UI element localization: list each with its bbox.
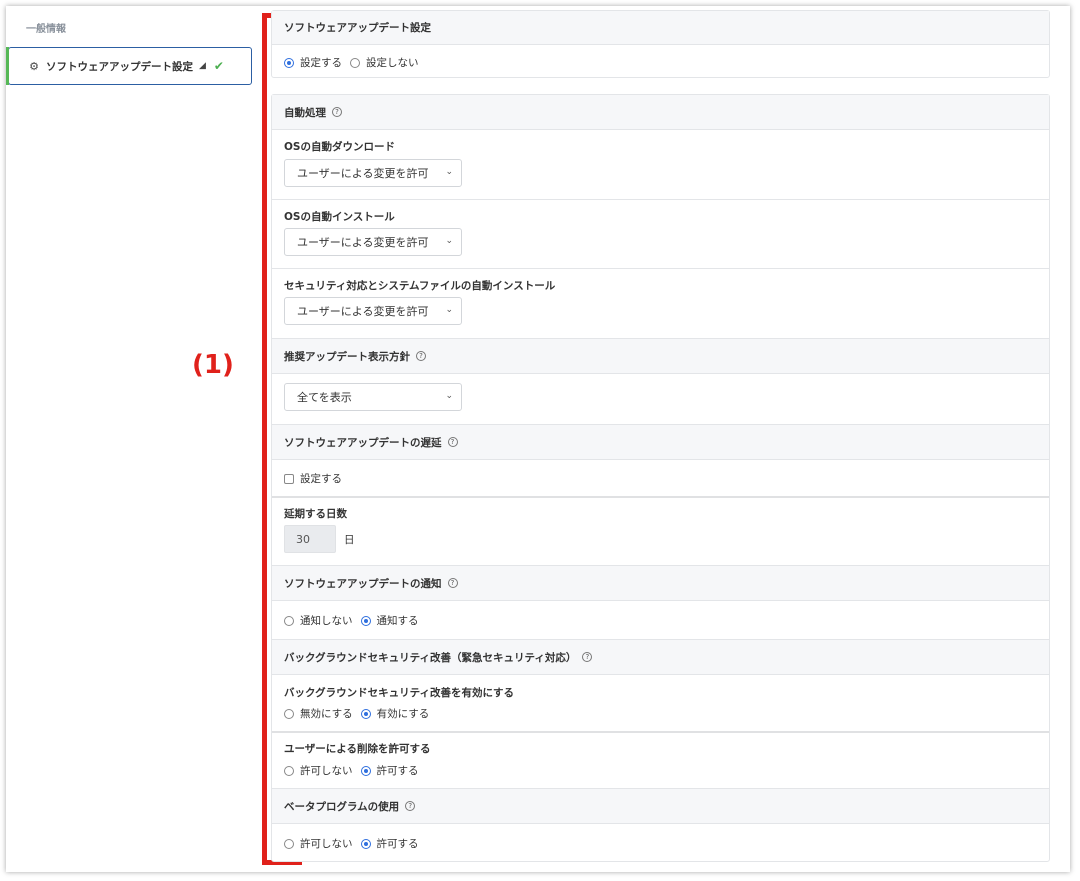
checkbox-label: 設定する	[300, 473, 342, 485]
allow-delete-label: ユーザーによる削除を許可する	[284, 743, 431, 755]
section-header-auto: 自動処理 ?	[272, 95, 1049, 130]
chevron-down-icon: ⌄	[445, 391, 453, 401]
divider	[272, 731, 1049, 733]
chevron-down-icon: ⌄	[445, 236, 453, 246]
radio-label: 無効にする	[300, 708, 353, 720]
section-title: 推奨アップデート表示方針	[284, 350, 410, 363]
os-download-select[interactable]: ユーザーによる変更を許可 ⌄	[284, 159, 462, 187]
check-icon: ✔	[213, 59, 224, 73]
shield-icon: ◢	[199, 61, 206, 71]
radio-label: 許可しない	[300, 765, 353, 777]
radio-label: 許可する	[376, 838, 419, 850]
annotation-label: (1)	[192, 350, 234, 380]
radio-label: 有効にする	[376, 708, 430, 720]
radio-notify[interactable]	[360, 615, 371, 626]
section-title: 自動処理	[284, 106, 326, 119]
section-header: ソフトウェアアップデート設定	[272, 11, 1049, 45]
radio-label: 通知する	[376, 615, 419, 627]
background-enable-label: バックグラウンドセキュリティ改善を有効にする	[284, 687, 515, 699]
section-header-recommended: 推奨アップデート表示方針 ?	[272, 338, 1049, 374]
chevron-down-icon: ⌄	[445, 167, 453, 177]
background-enable-radio-group: 無効にする 有効にする	[284, 706, 437, 721]
software-update-panel: ソフトウェアアップデート設定 設定する 設定しない	[271, 10, 1050, 78]
radio-allow-beta[interactable]	[360, 838, 371, 849]
os-install-label: OSの自動インストール	[284, 211, 395, 223]
settings-window: 一般情報 ⚙ ソフトウェアアップデート設定 ◢ ✔ (1) ソフトウェアアップデ…	[6, 6, 1070, 872]
radio-label: 許可する	[376, 765, 419, 777]
radio-disable[interactable]	[350, 57, 360, 68]
section-title: ソフトウェアアップデート設定	[284, 22, 431, 34]
sidebar-item-label: ソフトウェアアップデート設定	[46, 60, 193, 73]
chevron-down-icon: ⌄	[445, 305, 453, 315]
help-icon[interactable]: ?	[582, 652, 593, 662]
radio-disable-background[interactable]	[284, 708, 294, 719]
section-title: ソフトウェアアップデートの遅延	[284, 436, 442, 449]
radio-label: 設定しない	[366, 57, 419, 69]
section-header-background: バックグラウンドセキュリティ改善（緊急セキュリティ対応） ?	[272, 639, 1049, 675]
help-icon[interactable]: ?	[447, 578, 458, 588]
delay-days-label: 延期する日数	[284, 508, 347, 520]
help-icon[interactable]: ?	[332, 107, 342, 117]
radio-label: 通知しない	[300, 615, 353, 627]
section-title: バックグラウンドセキュリティ改善（緊急セキュリティ対応）	[284, 651, 577, 664]
select-value: ユーザーによる変更を許可	[297, 305, 429, 318]
delay-checkbox[interactable]	[284, 473, 294, 484]
radio-deny-beta[interactable]	[284, 838, 294, 849]
divider	[272, 496, 1049, 498]
section-header-beta: ベータプログラムの使用 ?	[272, 788, 1049, 824]
annotation-bracket	[262, 13, 267, 865]
radio-allow-delete[interactable]	[360, 765, 371, 776]
delay-checkbox-row: 設定する	[284, 471, 342, 486]
sidebar: 一般情報 ⚙ ソフトウェアアップデート設定 ◢ ✔	[6, 6, 258, 872]
section-title: ベータプログラムの使用	[284, 800, 400, 813]
radio-enable-background[interactable]	[360, 708, 371, 719]
help-icon[interactable]: ?	[405, 801, 416, 811]
help-icon[interactable]: ?	[447, 437, 458, 447]
help-icon[interactable]: ?	[416, 351, 426, 361]
beta-radio-group: 許可しない 許可する	[284, 836, 427, 851]
select-value: 全てを表示	[297, 391, 352, 404]
radio-no-notify[interactable]	[284, 615, 294, 626]
input-value: 30	[296, 532, 310, 546]
section-title: ソフトウェアアップデートの通知	[284, 577, 442, 590]
sidebar-item-software-update[interactable]: ⚙ ソフトウェアアップデート設定 ◢ ✔	[6, 47, 252, 85]
recommended-select[interactable]: 全てを表示 ⌄	[284, 383, 462, 411]
radio-enable[interactable]	[284, 57, 294, 68]
radio-deny-delete[interactable]	[284, 765, 294, 776]
radio-label: 設定する	[300, 57, 342, 69]
radio-label: 許可しない	[300, 838, 353, 850]
section-header-delay: ソフトウェアアップデートの遅延 ?	[272, 424, 1049, 460]
settings-panel: 自動処理 ? OSの自動ダウンロード ユーザーによる変更を許可 ⌄ OSの自動イ…	[271, 94, 1050, 862]
select-value: ユーザーによる変更を許可	[297, 167, 429, 180]
delay-days-input[interactable]: 30	[284, 525, 336, 553]
allow-delete-radio-group: 許可しない 許可する	[284, 763, 427, 778]
software-update-radio-group: 設定する 設定しない	[284, 55, 427, 70]
gear-icon: ⚙	[29, 59, 39, 73]
security-install-label: セキュリティ対応とシステムファイルの自動インストール	[284, 280, 556, 292]
section-header-notify: ソフトウェアアップデートの通知 ?	[272, 565, 1049, 601]
notify-radio-group: 通知しない 通知する	[284, 613, 427, 628]
divider	[272, 199, 1049, 200]
os-install-select[interactable]: ユーザーによる変更を許可 ⌄	[284, 228, 462, 256]
select-value: ユーザーによる変更を許可	[297, 236, 429, 249]
security-install-select[interactable]: ユーザーによる変更を許可 ⌄	[284, 297, 462, 325]
delay-days-unit: 日	[344, 534, 355, 546]
divider	[272, 268, 1049, 269]
os-download-label: OSの自動ダウンロード	[284, 141, 395, 153]
sidebar-title: 一般情報	[26, 24, 66, 35]
